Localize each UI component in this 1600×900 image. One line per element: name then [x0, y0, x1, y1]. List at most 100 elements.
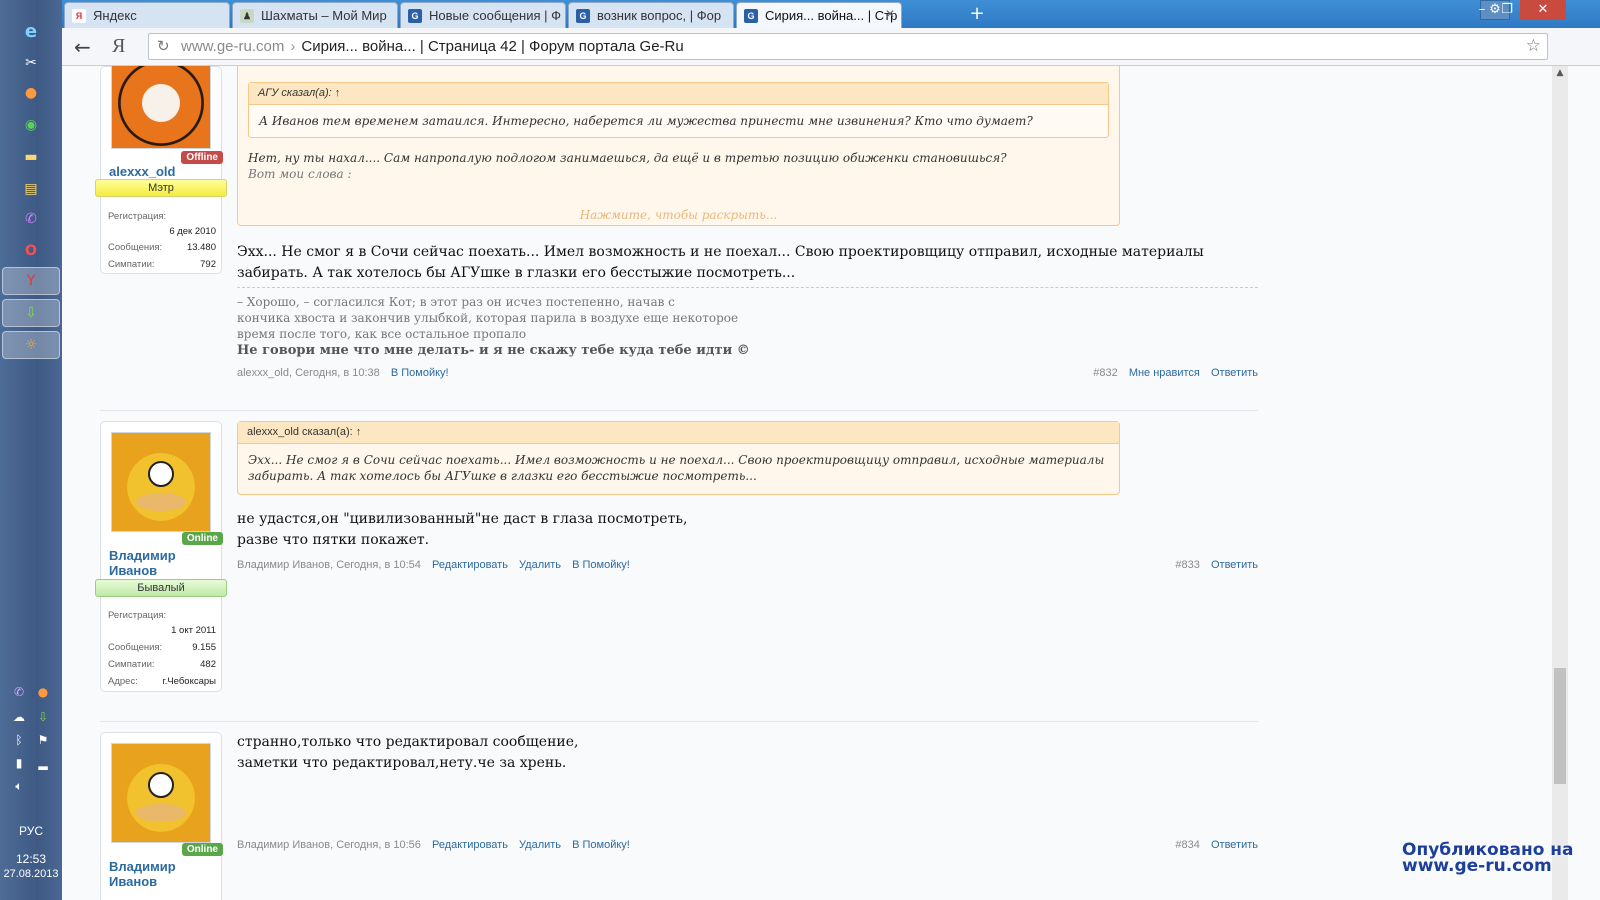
- ge-ru-favicon-icon: G: [744, 9, 758, 23]
- edit-link[interactable]: Редактировать: [432, 559, 508, 571]
- firefox-icon[interactable]: ●: [18, 80, 44, 106]
- post-message: Эхх... Не смог я в Сочи сейчас поехать..…: [237, 244, 1204, 281]
- tab-label: возник вопрос, | Фор: [597, 8, 722, 23]
- signature: – Хорошо, – согласился Кот; в этот раз о…: [237, 287, 1258, 359]
- trash-link[interactable]: В Помойку!: [572, 559, 630, 571]
- trash-link[interactable]: В Помойку!: [391, 367, 449, 379]
- scroll-up-arrow-icon[interactable]: ▲: [1552, 68, 1568, 78]
- windows-taskbar: e ✂ ● ◉ ▬ ▤ ✆ O Y ⇩ ☼ ✆ ● ☁ ⇩ ᛒ ⚑ ▮ ▂ 🔈︎…: [0, 0, 62, 900]
- homer-avatar[interactable]: [111, 743, 211, 843]
- stat-likes: Симпатии: 482: [108, 659, 216, 670]
- user-rank-badge: Мэтр: [95, 179, 227, 197]
- trash-link[interactable]: В Помойку!: [572, 839, 630, 851]
- explorer-icon[interactable]: ▤: [18, 176, 44, 202]
- cloud-icon[interactable]: ☁: [10, 708, 28, 726]
- expand-quote-link[interactable]: Нажмите, чтобы раскрыть...: [238, 208, 1119, 222]
- stat-likes: Симпатии: 792: [108, 259, 216, 270]
- app-tray-icon[interactable]: ●: [34, 683, 52, 701]
- post-number[interactable]: #832: [1093, 367, 1117, 379]
- quote-header[interactable]: alexxx_old сказал(а): ↑: [238, 422, 1119, 444]
- internet-explorer-icon[interactable]: e: [18, 18, 44, 44]
- address-input[interactable]: ↻ www.ge-ru.com › Сирия... война... | Стра…: [148, 33, 1548, 60]
- reload-icon[interactable]: ↻: [157, 37, 170, 55]
- post-number[interactable]: #833: [1175, 559, 1199, 571]
- delete-link[interactable]: Удалить: [519, 839, 561, 851]
- stat-messages: Сообщения: 13.480: [108, 242, 216, 253]
- scrollbar-thumb[interactable]: [1554, 668, 1566, 784]
- viber-tray-icon[interactable]: ✆: [10, 683, 28, 701]
- post-832: Offline alexxx_old Мэтр Регистрация: 6 д…: [95, 66, 1258, 396]
- yandex-browser-icon[interactable]: Y: [2, 267, 60, 295]
- torrent-icon[interactable]: ⇩: [34, 708, 52, 726]
- post-divider: [100, 721, 1258, 722]
- quote-block: АГУ сказал(а): ↑ А Иванов тем временем з…: [237, 66, 1120, 226]
- stat-address: Адрес: г.Чебоксары: [108, 676, 216, 687]
- chrome-icon[interactable]: ◉: [18, 112, 44, 138]
- download-icon[interactable]: ⇩: [2, 299, 60, 327]
- tool-icon[interactable]: ✂: [18, 50, 44, 76]
- nested-quote: АГУ сказал(а): ↑ А Иванов тем временем з…: [248, 82, 1109, 138]
- tab-yandex[interactable]: Я Яндекс: [64, 2, 230, 28]
- post-834: Online Владимир Иванов странно,только чт…: [100, 732, 1258, 900]
- tab-chess[interactable]: ♟ Шахматы – Мой Мир: [232, 2, 398, 28]
- stat-registration: Регистрация:: [108, 610, 167, 621]
- status-badge: Online: [181, 843, 223, 856]
- url-separator: ›: [290, 38, 296, 55]
- ge-ru-favicon-icon: G: [408, 9, 422, 23]
- viber-icon[interactable]: ✆: [18, 206, 44, 232]
- tab-label: Новые сообщения | Ф: [429, 8, 562, 23]
- opera-icon[interactable]: O: [18, 238, 44, 264]
- delete-link[interactable]: Удалить: [519, 559, 561, 571]
- tab-question[interactable]: G возник вопрос, | Фор: [568, 2, 734, 28]
- tiger-avatar[interactable]: [111, 66, 211, 149]
- edit-link[interactable]: Редактировать: [432, 839, 508, 851]
- author-time[interactable]: alexxx_old, Сегодня, в 10:38: [237, 367, 380, 379]
- reply-link[interactable]: Ответить: [1211, 839, 1258, 851]
- tab-new-messages[interactable]: G Новые сообщения | Ф: [400, 2, 566, 28]
- language-indicator[interactable]: РУС: [0, 824, 62, 838]
- username-link[interactable]: alexxx_old: [109, 164, 176, 179]
- quote-text: Эхх... Не смог я в Сочи сейчас поехать..…: [248, 453, 1105, 483]
- reply-link[interactable]: Ответить: [1211, 559, 1258, 571]
- bluetooth-icon[interactable]: ᛒ: [10, 731, 28, 749]
- clock-time[interactable]: 12:53: [0, 852, 62, 866]
- tab-syria-active[interactable]: G Сирия... война... | Стр ✕: [736, 2, 902, 28]
- bookmark-star-icon[interactable]: ☆: [1526, 36, 1541, 56]
- username-link[interactable]: Владимир Иванов: [109, 859, 189, 889]
- tab-label: Сирия... война... | Стр: [765, 8, 898, 23]
- battery-icon[interactable]: ▮: [10, 754, 28, 772]
- new-tab-button[interactable]: +: [967, 3, 987, 24]
- flag-icon[interactable]: ⚑: [34, 731, 52, 749]
- close-tab-icon[interactable]: ✕: [885, 7, 895, 21]
- clock-date[interactable]: 27.08.2013: [0, 868, 62, 880]
- browser-tab-strip: Я Яндекс ♟ Шахматы – Мой Мир G Новые соо…: [62, 0, 1600, 28]
- network-signal-icon[interactable]: ▂: [34, 754, 52, 772]
- reply-link[interactable]: Ответить: [1211, 367, 1258, 379]
- user-info-box: Online Владимир Иванов: [100, 732, 223, 900]
- vertical-scrollbar[interactable]: ▲: [1552, 66, 1568, 900]
- homer-avatar[interactable]: [111, 432, 211, 532]
- yandex-home-button[interactable]: Я: [112, 35, 125, 58]
- folder-icon[interactable]: ▬: [18, 144, 44, 170]
- volume-icon[interactable]: 🔈︎: [10, 777, 28, 795]
- post-number[interactable]: #834: [1175, 839, 1199, 851]
- close-window-button[interactable]: ✕: [1520, 0, 1566, 20]
- status-badge: Online: [181, 532, 223, 545]
- username-link[interactable]: Владимир Иванов: [109, 548, 189, 578]
- ge-ru-favicon-icon: G: [576, 9, 590, 23]
- author-time[interactable]: Владимир Иванов, Сегодня, в 10:56: [237, 839, 421, 851]
- page-title-in-address: Сирия... война... | Страница 42 | Форум …: [301, 38, 684, 55]
- author-time[interactable]: Владимир Иванов, Сегодня, в 10:54: [237, 559, 421, 571]
- nested-quote-text: А Иванов тем временем затаился. Интересн…: [259, 114, 1033, 128]
- back-arrow-icon[interactable]: ←: [74, 35, 91, 59]
- like-link[interactable]: Мне нравится: [1129, 367, 1200, 379]
- status-badge: Offline: [181, 151, 223, 164]
- yandex-favicon-icon: Я: [72, 9, 86, 23]
- app-icon[interactable]: ☼: [2, 331, 60, 359]
- post-divider: [100, 410, 1258, 411]
- url-host: www.ge-ru.com: [181, 38, 285, 55]
- post-message: странно,только что редактировал сообщени…: [237, 734, 579, 771]
- nested-quote-header[interactable]: АГУ сказал(а): ↑: [249, 83, 1108, 105]
- maximize-button[interactable]: ❐: [1492, 0, 1522, 20]
- stat-messages: Сообщения: 9.155: [108, 642, 216, 653]
